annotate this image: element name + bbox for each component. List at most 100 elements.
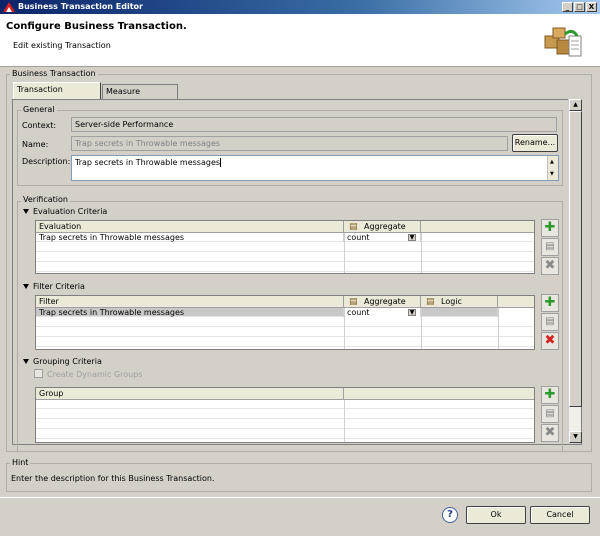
vertical-scrollbar[interactable]: ▲ ▼: [568, 99, 582, 443]
description-scrollbar[interactable]: ▲ ▼: [547, 156, 558, 180]
column-divider: [344, 308, 345, 349]
footer-divider: [0, 497, 600, 498]
name-field: Trap secrets in Throwable messages: [71, 136, 508, 151]
table-row: [36, 338, 534, 347]
column-header-aggregate[interactable]: ▤ Aggregate: [344, 296, 421, 308]
add-evaluation-button[interactable]: ✚: [541, 219, 559, 237]
verification-legend: Verification: [21, 195, 70, 204]
edit-filter-button[interactable]: ▤: [541, 313, 559, 331]
column-header-group[interactable]: Group: [36, 388, 344, 400]
column-divider: [421, 233, 422, 273]
ok-button[interactable]: Ok: [466, 506, 526, 524]
description-label: Description:: [22, 157, 71, 166]
rename-button[interactable]: Rename...: [512, 134, 558, 152]
filter-table[interactable]: Filter ▤ Aggregate ▤ Logic Trap secrets …: [35, 295, 535, 350]
group-table[interactable]: Group: [35, 387, 535, 443]
logic-cell[interactable]: [421, 308, 498, 317]
remove-filter-button[interactable]: ✖: [541, 332, 559, 350]
column-header-aggregate[interactable]: ▤ Aggregate: [344, 221, 421, 233]
evaluation-table-header: Evaluation ▤ Aggregate: [36, 221, 534, 233]
aggregate-value: count: [347, 233, 370, 242]
scroll-thumb[interactable]: [569, 111, 582, 407]
general-legend: General: [21, 105, 57, 114]
table-row[interactable]: Trap secrets in Throwable messages count…: [36, 308, 498, 317]
business-transaction-legend: Business Transaction: [10, 69, 98, 78]
column-divider: [344, 400, 345, 442]
document-icon: ▤: [545, 408, 555, 419]
create-dynamic-groups-label: Create Dynamic Groups: [47, 370, 143, 379]
column-divider: [344, 233, 345, 273]
aggregate-value: count: [347, 308, 370, 317]
hint-legend: Hint: [10, 458, 31, 467]
aggregate-column-icon: ▤: [349, 297, 358, 307]
tab-transaction-definition[interactable]: Transaction Definition: [13, 82, 101, 108]
plus-icon: ✚: [544, 387, 556, 402]
table-row: [36, 410, 534, 419]
add-group-button[interactable]: ✚: [541, 386, 559, 404]
help-icon[interactable]: ?: [442, 507, 458, 523]
plus-icon: ✚: [544, 220, 556, 235]
logic-column-icon: ▤: [426, 297, 435, 307]
create-dynamic-groups-checkbox[interactable]: [34, 369, 43, 378]
description-text: Trap secrets in Throwable messages: [75, 158, 221, 167]
evaluation-criteria-header[interactable]: Evaluation Criteria: [23, 207, 107, 216]
package-icon: [544, 27, 582, 57]
description-field[interactable]: Trap secrets in Throwable messages ▲ ▼: [71, 155, 559, 181]
dialog-subtitle: Edit existing Transaction: [13, 41, 111, 50]
column-header-logic-label: Logic: [441, 297, 462, 306]
aggregate-cell[interactable]: count ▼: [344, 233, 421, 242]
aggregate-dropdown-icon[interactable]: ▼: [408, 309, 416, 316]
table-row: [36, 400, 534, 409]
minimize-button[interactable]: _: [562, 2, 573, 12]
filter-criteria-title: Filter Criteria: [33, 282, 85, 291]
dialog-header: Configure Business Transaction. Edit exi…: [0, 14, 600, 67]
aggregate-cell[interactable]: count ▼: [344, 308, 421, 317]
scroll-down-arrow-icon[interactable]: ▼: [569, 431, 582, 443]
collapse-triangle-icon: [23, 284, 29, 289]
edit-group-button[interactable]: ▤: [541, 405, 559, 423]
document-icon: ▤: [545, 241, 555, 252]
remove-evaluation-button[interactable]: ✖: [541, 257, 559, 275]
maximize-button[interactable]: □: [574, 2, 585, 12]
table-row: [36, 263, 534, 272]
column-divider: [421, 308, 422, 349]
delete-x-icon: ✖: [544, 258, 556, 273]
tab-measure-definition[interactable]: Measure Definition: [102, 84, 178, 110]
add-filter-button[interactable]: ✚: [541, 294, 559, 312]
column-header-aggregate-label: Aggregate: [364, 297, 406, 306]
group-table-header: Group: [36, 388, 534, 400]
collapse-triangle-icon: [23, 209, 29, 214]
context-field: Server-side Performance: [71, 117, 557, 132]
column-header-logic[interactable]: ▤ Logic: [421, 296, 498, 308]
filter-table-header: Filter ▤ Aggregate ▤ Logic: [36, 296, 534, 308]
dialog-title: Configure Business Transaction.: [6, 21, 187, 32]
title-bar: Business Transaction Editor _ □ X: [0, 0, 600, 14]
column-header-filter[interactable]: Filter: [36, 296, 344, 308]
evaluation-table[interactable]: Evaluation ▤ Aggregate Trap secrets in T…: [35, 220, 535, 274]
column-header-evaluation[interactable]: Evaluation: [36, 221, 344, 233]
evaluation-cell: Trap secrets in Throwable messages: [36, 233, 344, 242]
evaluation-criteria-title: Evaluation Criteria: [33, 207, 108, 216]
table-row: [36, 328, 534, 337]
table-row[interactable]: Trap secrets in Throwable messages count…: [36, 233, 534, 242]
scroll-up-arrow-icon[interactable]: ▲: [569, 99, 582, 111]
app-icon: [3, 2, 15, 12]
remove-group-button[interactable]: ✖: [541, 424, 559, 442]
aggregate-column-icon: ▤: [349, 222, 358, 232]
grouping-criteria-header[interactable]: Grouping Criteria: [23, 357, 102, 366]
filter-criteria-header[interactable]: Filter Criteria: [23, 282, 85, 291]
edit-evaluation-button[interactable]: ▤: [541, 238, 559, 256]
column-header-aggregate-label: Aggregate: [364, 222, 406, 231]
cancel-button[interactable]: Cancel: [530, 506, 590, 524]
column-divider: [498, 308, 499, 349]
hint-text: Enter the description for this Business …: [11, 474, 215, 483]
window-title: Business Transaction Editor: [18, 2, 143, 11]
aggregate-dropdown-icon[interactable]: ▼: [408, 234, 416, 241]
table-row: [36, 430, 534, 439]
document-icon: ▤: [545, 316, 555, 327]
table-row: [36, 318, 534, 327]
table-row: [36, 420, 534, 429]
close-button[interactable]: X: [586, 2, 597, 12]
table-row: [36, 243, 534, 252]
scroll-down-arrow-icon: ▼: [550, 171, 554, 177]
